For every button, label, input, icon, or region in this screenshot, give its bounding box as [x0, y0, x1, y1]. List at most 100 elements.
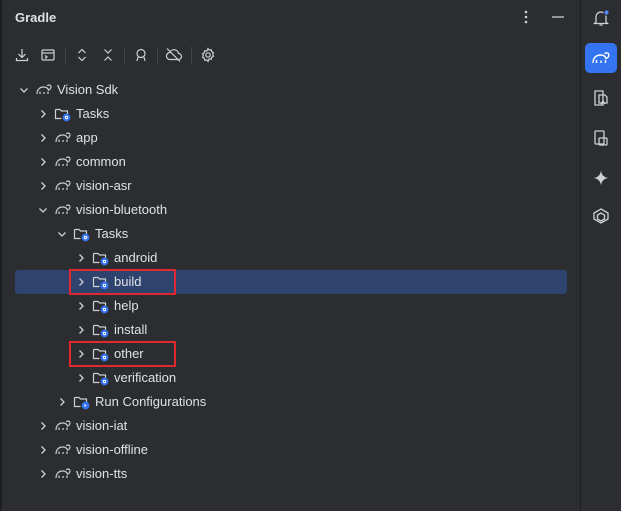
tree-row-tasks[interactable]: Tasks	[0, 102, 580, 126]
more-options-button[interactable]	[518, 8, 534, 26]
toolbar-separator	[157, 47, 158, 64]
gradle-elephant-icon	[54, 465, 72, 483]
tree-row-help[interactable]: help	[0, 294, 580, 318]
run-task-icon	[41, 49, 55, 61]
collapse-all-button[interactable]	[97, 44, 119, 66]
tree-row-label: Vision Sdk	[57, 82, 119, 97]
tool-window-header: Gradle	[0, 0, 580, 36]
gradle-settings-button[interactable]	[197, 44, 219, 66]
analyze-dependencies-icon	[136, 48, 146, 62]
gradle-elephant-icon	[54, 201, 72, 219]
notifications-tool-button[interactable]	[585, 3, 617, 33]
toolbar-separator	[65, 47, 66, 64]
tree-row-build[interactable]: build	[0, 269, 580, 295]
chevron-right-icon[interactable]	[74, 251, 88, 265]
tree-row-label: Run Configurations	[95, 394, 207, 409]
tree-row-vision-offline[interactable]: vision-offline	[0, 438, 580, 462]
gradle-tool-button[interactable]	[585, 43, 617, 73]
tree-row-tasks[interactable]: Tasks	[0, 222, 580, 246]
task-folder-icon	[54, 105, 72, 123]
tree-row-label: vision-offline	[76, 442, 149, 457]
expand-all-icon	[78, 48, 86, 62]
chevron-right-icon[interactable]	[36, 443, 50, 457]
minimize-button[interactable]	[550, 8, 566, 26]
tree-row-android[interactable]: android	[0, 246, 580, 270]
gradle-toolbar	[0, 44, 580, 68]
gradle-elephant-icon	[54, 441, 72, 459]
gemini-tool-button[interactable]	[585, 163, 617, 193]
task-folder-icon	[92, 369, 110, 387]
tree-row-label: vision-tts	[76, 466, 128, 481]
tree-row-vision-tts[interactable]: vision-tts	[0, 462, 580, 486]
gradle-tool-window: Gradle Vision Sdk Tasks app common visio…	[0, 0, 580, 511]
collapse-all-icon	[104, 49, 112, 61]
toggle-offline-icon	[165, 48, 183, 62]
notifications-icon	[592, 9, 610, 27]
tree-row-label: Tasks	[76, 106, 110, 121]
tree-row-label: vision-iat	[76, 418, 128, 433]
annotation-highlight-box	[69, 341, 176, 367]
tree-row-label: help	[114, 298, 139, 313]
running-devices-icon	[592, 129, 610, 147]
settings-icon	[201, 47, 215, 63]
device-manager-tool-button[interactable]	[585, 83, 617, 113]
app-quality-insights-tool-button[interactable]	[585, 201, 617, 231]
running-devices-tool-button[interactable]	[585, 123, 617, 153]
minimize-icon	[552, 16, 564, 18]
analyze-dependencies-button[interactable]	[130, 44, 152, 66]
tree-row-vision-sdk[interactable]: Vision Sdk	[0, 78, 580, 102]
tree-row-verification[interactable]: verification	[0, 366, 580, 390]
tree-row-run-configurations[interactable]: Run Configurations	[0, 390, 580, 414]
gradle-elephant-icon	[54, 417, 72, 435]
tree-row-label: app	[76, 130, 98, 145]
toolbar-separator	[124, 47, 125, 64]
tree-row-label: verification	[114, 370, 177, 385]
chevron-right-icon[interactable]	[74, 299, 88, 313]
toggle-offline-button[interactable]	[163, 44, 185, 66]
tree-row-vision-asr[interactable]: vision-asr	[0, 174, 580, 198]
annotation-highlight-box	[69, 269, 176, 295]
chevron-right-icon[interactable]	[74, 371, 88, 385]
tree-row-other[interactable]: other	[0, 341, 580, 367]
chevron-down-icon[interactable]	[17, 83, 31, 97]
tree-row-common[interactable]: common	[0, 150, 580, 174]
chevron-right-icon[interactable]	[36, 107, 50, 121]
tree-row-vision-bluetooth[interactable]: vision-bluetooth	[0, 198, 580, 222]
tree-row-label: vision-bluetooth	[76, 202, 168, 217]
tree-row-label: android	[114, 250, 158, 265]
chevron-right-icon[interactable]	[55, 395, 69, 409]
chevron-right-icon[interactable]	[36, 155, 50, 169]
task-folder-icon	[92, 297, 110, 315]
tree-row-label: Tasks	[95, 226, 129, 241]
chevron-right-icon[interactable]	[74, 323, 88, 337]
chevron-down-icon[interactable]	[55, 227, 69, 241]
task-folder-icon	[92, 321, 110, 339]
tool-window-title: Gradle	[15, 10, 57, 25]
gradle-elephant-icon	[54, 177, 72, 195]
gradle-elephant-icon	[54, 153, 72, 171]
gemini-icon	[592, 169, 610, 187]
tree-row-install[interactable]: install	[0, 318, 580, 342]
run-task-button[interactable]	[37, 44, 59, 66]
task-folder-icon	[73, 225, 91, 243]
chevron-right-icon[interactable]	[36, 131, 50, 145]
run-config-folder-icon	[73, 393, 91, 411]
tree-row-app[interactable]: app	[0, 126, 580, 150]
gradle-icon	[591, 49, 611, 67]
app-quality-insights-icon	[591, 207, 611, 225]
gradle-elephant-icon	[54, 129, 72, 147]
more-vertical-icon	[524, 10, 528, 24]
device-manager-icon	[592, 89, 610, 107]
chevron-down-icon[interactable]	[36, 203, 50, 217]
tree-row-label: common	[76, 154, 126, 169]
chevron-right-icon[interactable]	[36, 419, 50, 433]
expand-all-button[interactable]	[71, 44, 93, 66]
download-sources-button[interactable]	[11, 44, 33, 66]
tree-row-label: install	[114, 322, 148, 337]
toolbar-separator	[191, 47, 192, 64]
tree-row-label: vision-asr	[76, 178, 132, 193]
tree-row-vision-iat[interactable]: vision-iat	[0, 414, 580, 438]
gradle-elephant-icon	[35, 81, 53, 99]
chevron-right-icon[interactable]	[36, 467, 50, 481]
chevron-right-icon[interactable]	[36, 179, 50, 193]
